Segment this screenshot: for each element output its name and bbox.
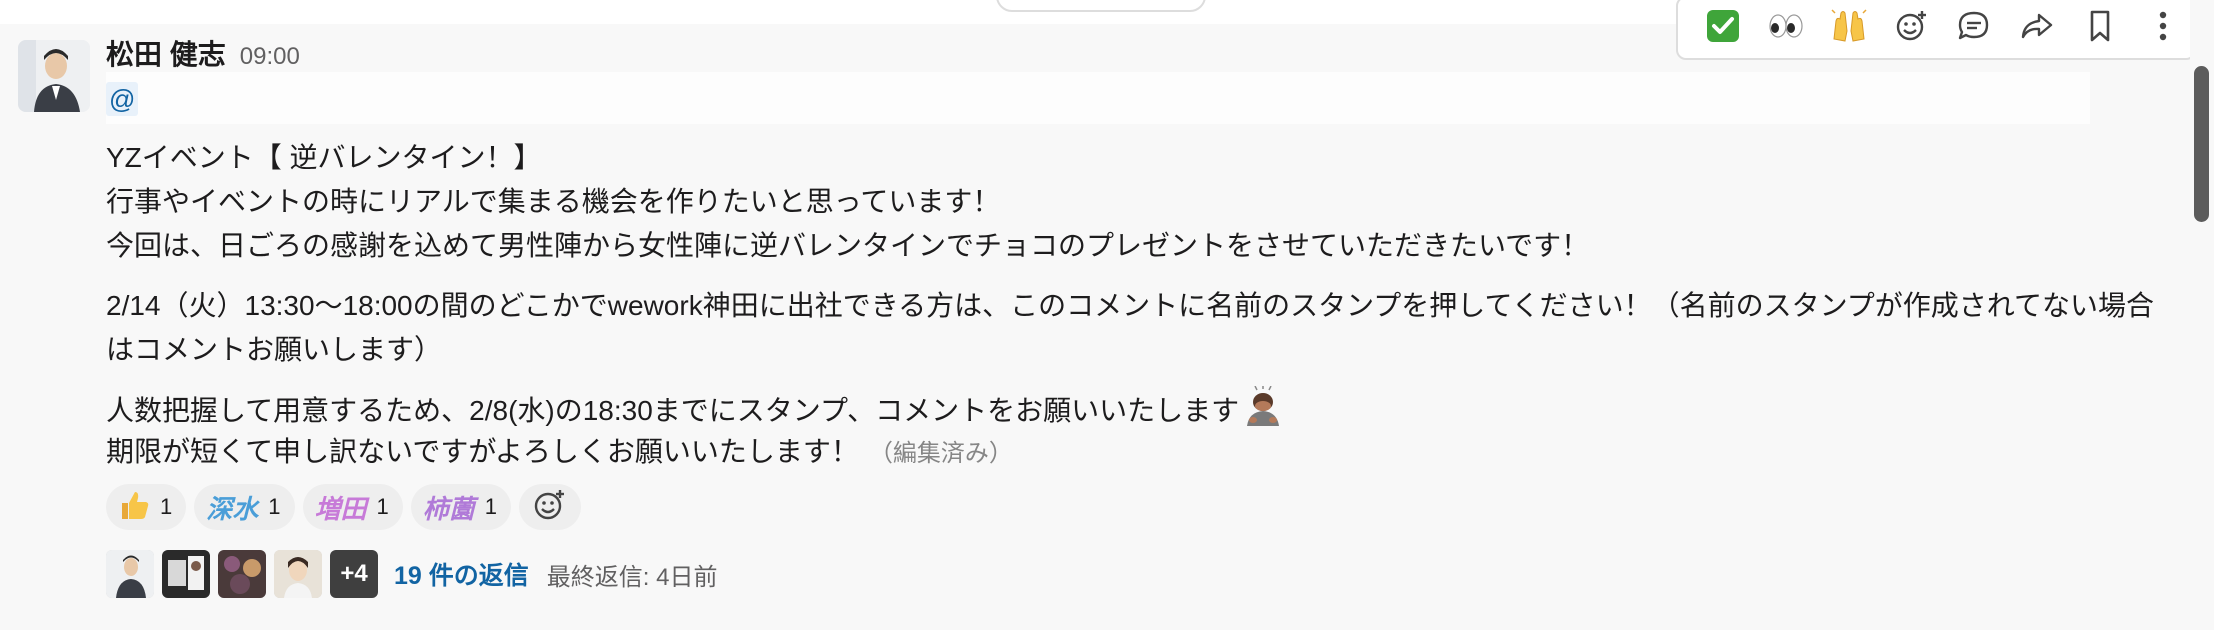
mention-line: @ <box>106 72 2090 124</box>
message-line: はコメントお願いします） <box>106 334 443 365</box>
more-actions-icon <box>2156 9 2170 48</box>
react-check-button[interactable] <box>1692 0 1755 56</box>
last-reply-time: 最終返信: 4日前 <box>546 563 718 591</box>
message-line: 行事やイベントの時にリアルで集まる機会を作りたいと思っています！ <box>106 186 1001 217</box>
message-timestamp[interactable]: 09:00 <box>240 43 300 71</box>
reaction-count: 1 <box>376 494 389 519</box>
bookmark-icon <box>2085 9 2115 48</box>
reaction-count: 1 <box>160 494 173 519</box>
edited-label: （編集済み） <box>868 440 1013 467</box>
scrollbar-track[interactable] <box>2190 0 2214 630</box>
message-header: 松田 健志 09:00 <box>106 33 300 73</box>
message-line: 2/14（火）13:30〜18:00の間のどこかでwework神田に出社できる方… <box>106 290 2154 321</box>
message-actions-toolbar <box>1676 0 2196 60</box>
reactions-bar: 1 深水 1 増田 1 柿薗 1 <box>106 484 582 530</box>
message-line: YZイベント【 逆バレンタイン！】 <box>106 142 542 173</box>
reply-count-link[interactable]: 19 件の返信 <box>394 556 529 592</box>
add-reaction-icon <box>533 488 567 527</box>
name-stamp-icon: 増田 <box>314 493 367 524</box>
share-message-button[interactable] <box>2006 0 2069 56</box>
reply-in-thread-icon <box>1957 9 1991 48</box>
author-avatar[interactable] <box>18 40 90 112</box>
reaction-stamp-fukamizu[interactable]: 深水 1 <box>194 484 295 530</box>
thread-summary[interactable]: +4 19 件の返信 最終返信: 4日前 <box>106 548 717 600</box>
more-actions-button[interactable] <box>2131 0 2194 56</box>
react-eyes-button[interactable] <box>1755 0 1818 56</box>
thumbs-up-icon <box>118 489 150 526</box>
message-paragraph-3: 人数把握して用意するため、2/8(水)の18:30までにスタンプ、コメントをお願… <box>106 385 1283 474</box>
reaction-count: 1 <box>268 494 281 519</box>
person-bowing-icon <box>1243 385 1283 439</box>
scrollbar-thumb[interactable] <box>2194 66 2209 222</box>
new-messages-pill[interactable] <box>996 0 1206 12</box>
reaction-count: 1 <box>484 494 498 519</box>
add-reaction-toolbar-button[interactable] <box>1880 0 1943 56</box>
name-stamp-icon: 柿薗 <box>422 493 475 524</box>
name-stamp-icon: 深水 <box>206 493 259 524</box>
react-raised-hands-button[interactable] <box>1818 0 1881 56</box>
message-line-with-emoji: 人数把握して用意するため、2/8(水)の18:30までにスタンプ、コメントをお願… <box>106 385 1283 430</box>
message-line-text: 人数把握して用意するため、2/8(水)の18:30までにスタンプ、コメントをお願… <box>106 395 1240 426</box>
reply-avatar <box>106 550 154 598</box>
message-line-with-edited: 期限が短くて申し訳ないですがよろしくお願いいたします！ （編集済み） <box>106 430 1283 474</box>
more-repliers-badge: +4 <box>330 550 378 598</box>
message-line: 今回は、日ごろの感謝を込めて男性陣から女性陣に逆バレンタインでチョコのプレゼント… <box>106 230 1590 261</box>
add-reaction-icon <box>1895 9 1929 48</box>
reply-in-thread-button[interactable] <box>1943 0 2006 56</box>
share-icon <box>2020 9 2054 48</box>
reaction-thumbs-up[interactable]: 1 <box>106 484 187 530</box>
eyes-icon <box>1768 11 1804 46</box>
message-paragraph-1: YZイベント【 逆バレンタイン！】 行事やイベントの時にリアルで集まる機会を作り… <box>106 136 1589 268</box>
user-mention[interactable]: @ <box>106 82 139 116</box>
raised-hands-icon <box>1831 8 1867 48</box>
author-name[interactable]: 松田 健志 <box>106 33 226 73</box>
message-line-text: 期限が短くて申し訳ないですがよろしくお願いいたします！ <box>106 436 859 467</box>
reply-avatar <box>162 550 210 598</box>
check-mark-icon <box>1706 9 1740 48</box>
add-reaction-button[interactable] <box>519 484 582 530</box>
reply-avatar <box>274 550 322 598</box>
reply-avatar <box>218 550 266 598</box>
message-paragraph-2: 2/14（火）13:30〜18:00の間のどこかでwework神田に出社できる方… <box>106 284 2154 372</box>
reaction-stamp-masuda[interactable]: 増田 1 <box>302 484 403 530</box>
save-for-later-button[interactable] <box>2069 0 2132 56</box>
reaction-stamp-kakizono[interactable]: 柿薗 1 <box>410 484 512 530</box>
